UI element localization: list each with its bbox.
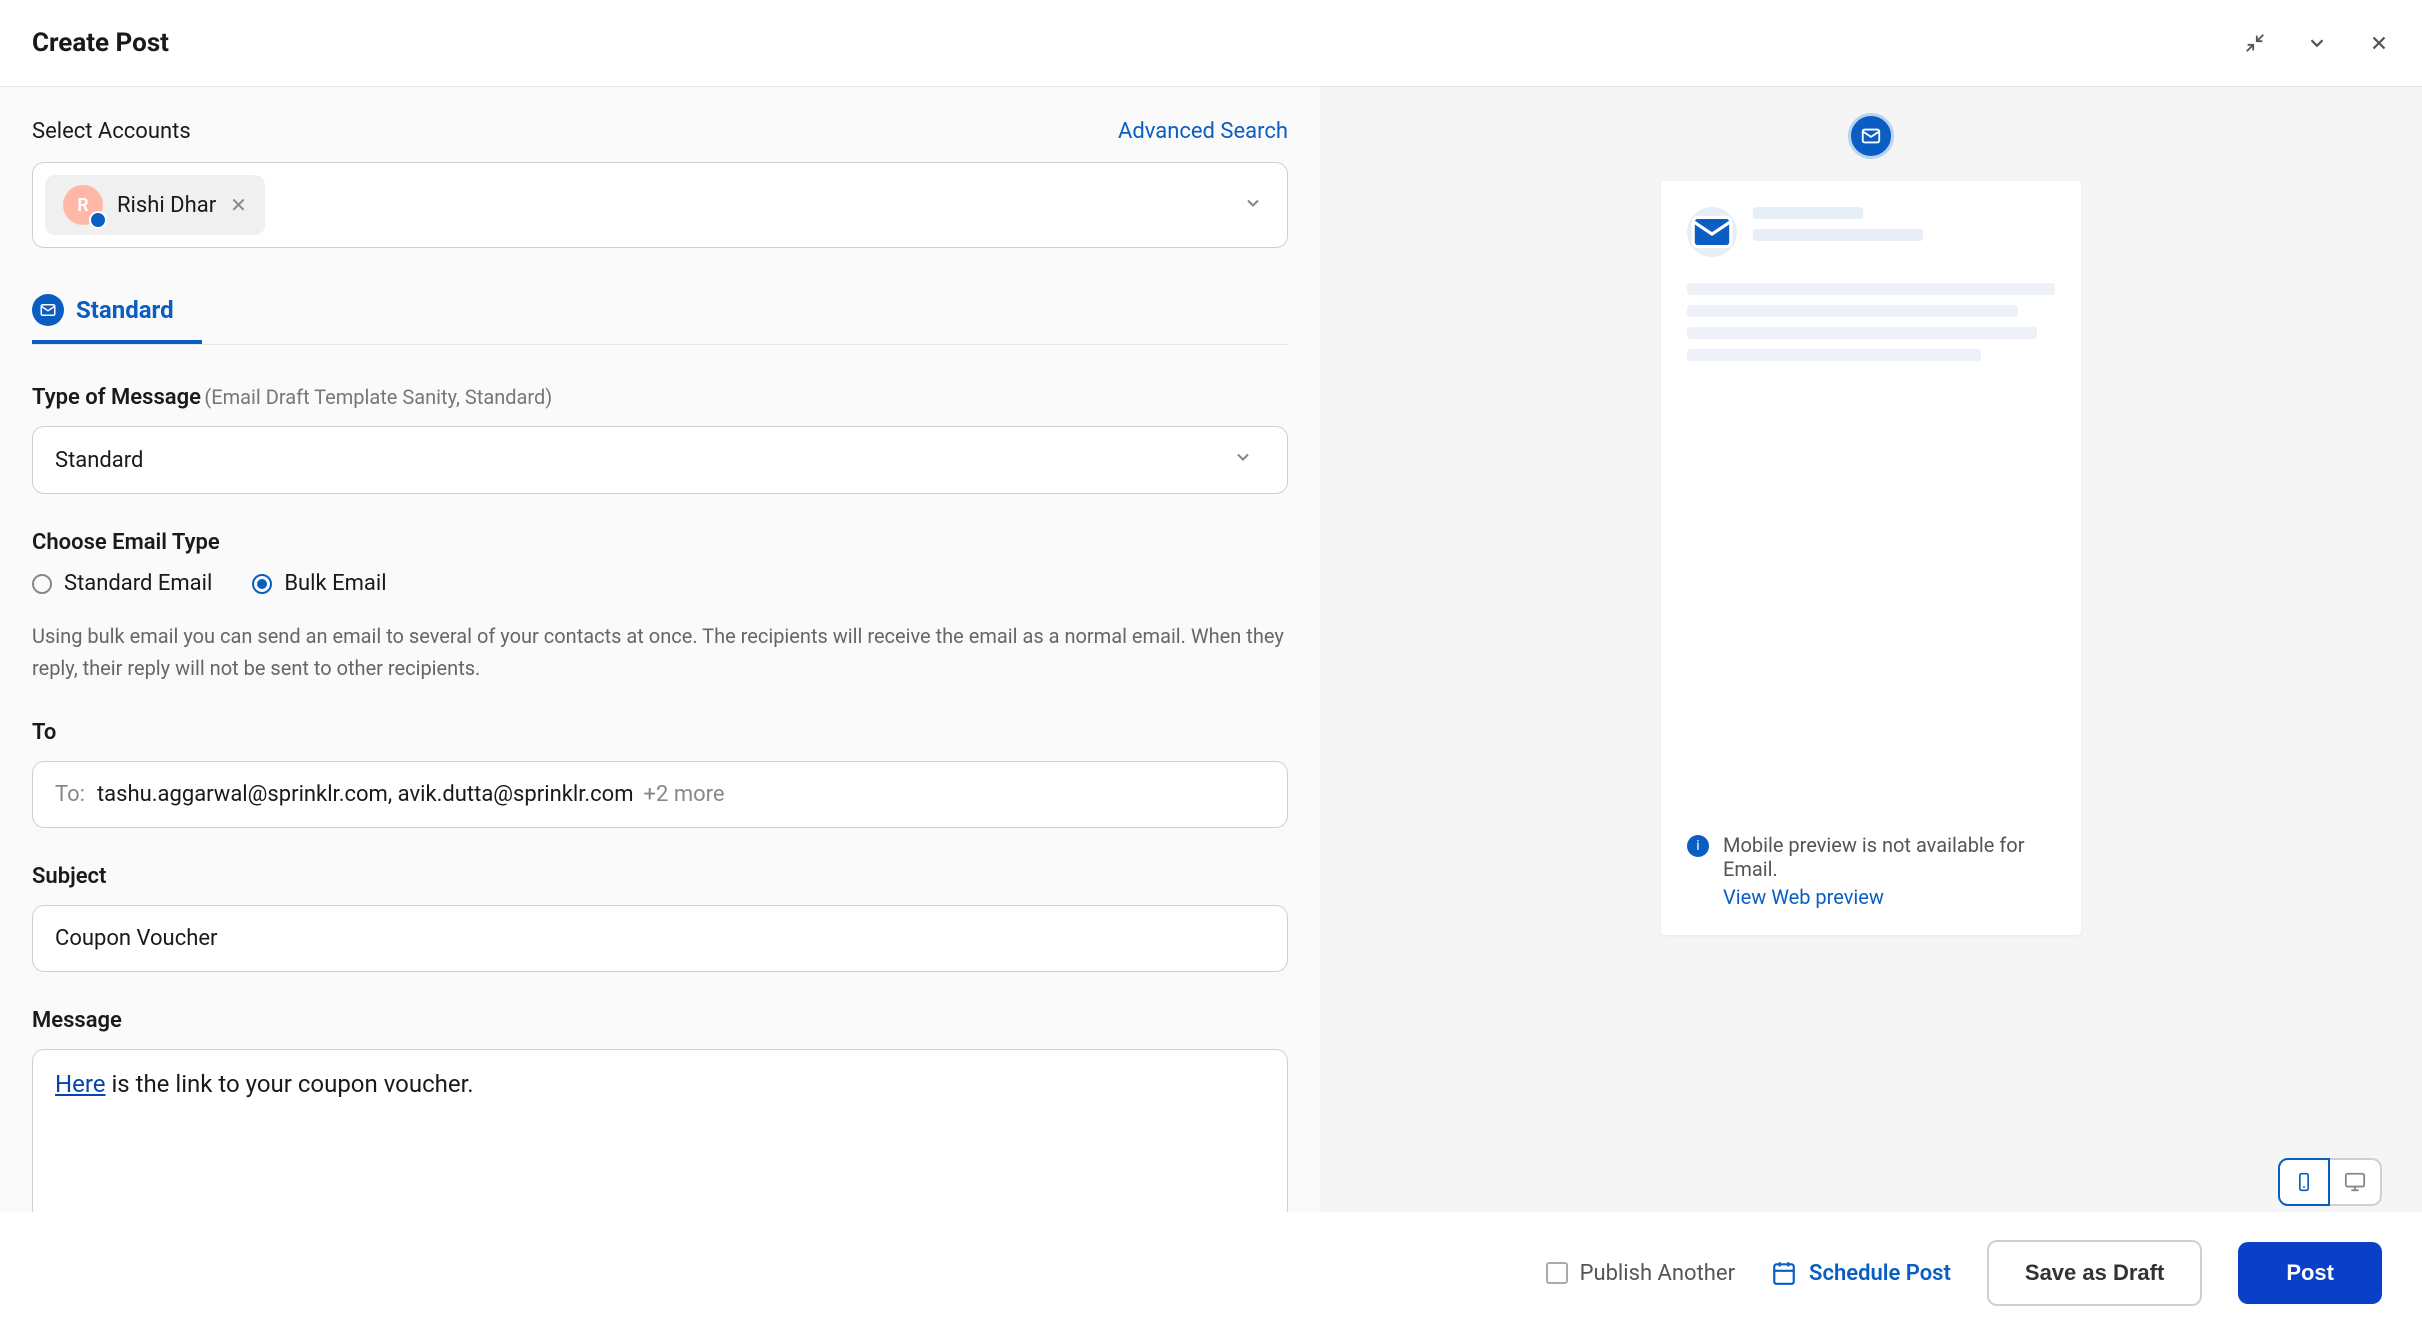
- subject-label: Subject: [32, 864, 1288, 889]
- preview-channel-icon: [1848, 113, 1894, 159]
- view-web-preview-link[interactable]: View Web preview: [1723, 885, 2055, 909]
- message-link[interactable]: Here: [55, 1070, 105, 1098]
- device-toggle: [2278, 1158, 2382, 1206]
- radio-checked-icon: [252, 574, 272, 594]
- post-button[interactable]: Post: [2238, 1242, 2382, 1304]
- checkbox-unchecked-icon: [1546, 1262, 1568, 1284]
- type-of-message-sublabel: (Email Draft Template Sanity, Standard): [204, 385, 552, 409]
- tab-standard[interactable]: Standard: [32, 280, 202, 344]
- skeleton-line: [1753, 229, 1923, 241]
- avatar-channel-badge: [89, 211, 107, 229]
- account-chip: R Rishi Dhar ✕: [45, 175, 265, 235]
- schedule-post-button[interactable]: Schedule Post: [1771, 1260, 1951, 1286]
- type-of-message-field: Type of Message (Email Draft Template Sa…: [32, 385, 1288, 494]
- page-title: Create Post: [32, 28, 169, 58]
- choose-email-type-label: Choose Email Type: [32, 530, 1288, 555]
- email-type-radio-group: Standard Email Bulk Email: [32, 571, 1288, 596]
- skeleton-line: [1687, 283, 2055, 295]
- mail-icon: [32, 294, 64, 326]
- type-of-message-value: Standard: [55, 448, 143, 473]
- radio-standard-label: Standard Email: [64, 571, 212, 596]
- bulk-email-helper: Using bulk email you can send an email t…: [32, 620, 1288, 684]
- tabs: Standard: [32, 280, 1288, 345]
- to-emails: tashu.aggarwal@sprinklr.com, avik.dutta@…: [97, 782, 634, 807]
- preview-skeleton-header: [1661, 181, 2081, 283]
- tab-label: Standard: [76, 296, 174, 324]
- preview-image-area: [1661, 397, 2081, 807]
- publish-another-checkbox[interactable]: Publish Another: [1546, 1261, 1735, 1286]
- footer-bar: Publish Another Schedule Post Save as Dr…: [0, 1212, 2422, 1334]
- subject-value: Coupon Voucher: [55, 926, 217, 951]
- radio-standard-email[interactable]: Standard Email: [32, 571, 212, 596]
- message-label: Message: [32, 1008, 1288, 1033]
- accounts-header: Select Accounts Advanced Search: [32, 119, 1288, 144]
- type-of-message-select[interactable]: Standard: [32, 426, 1288, 494]
- header-bar: Create Post: [0, 0, 2422, 87]
- skeleton-line: [1687, 349, 1981, 361]
- skeleton-line: [1753, 207, 1863, 219]
- main-content: Select Accounts Advanced Search R Rishi …: [0, 87, 2422, 1246]
- preview-pane: i Mobile preview is not available for Em…: [1320, 87, 2422, 1246]
- chevron-down-icon[interactable]: [1243, 193, 1275, 217]
- select-accounts-label: Select Accounts: [32, 119, 191, 144]
- preview-card: i Mobile preview is not available for Em…: [1661, 181, 2081, 935]
- form-pane: Select Accounts Advanced Search R Rishi …: [0, 87, 1320, 1246]
- minimize-icon[interactable]: [2244, 32, 2266, 54]
- skeleton-line: [1687, 305, 2018, 317]
- type-of-message-label-row: Type of Message (Email Draft Template Sa…: [32, 385, 1288, 410]
- radio-bulk-email[interactable]: Bulk Email: [252, 571, 386, 596]
- subject-field: Subject Coupon Voucher: [32, 864, 1288, 972]
- radio-bulk-label: Bulk Email: [284, 571, 386, 596]
- to-more-count[interactable]: +2 more: [644, 782, 725, 807]
- skeleton-line: [1687, 327, 2037, 339]
- save-as-draft-button[interactable]: Save as Draft: [1987, 1240, 2202, 1306]
- accounts-select[interactable]: R Rishi Dhar ✕: [32, 162, 1288, 248]
- mobile-preview-notice: Mobile preview is not available for Emai…: [1723, 833, 2025, 881]
- publish-another-label: Publish Another: [1580, 1261, 1735, 1286]
- message-text: is the link to your coupon voucher.: [105, 1070, 473, 1098]
- remove-account-icon[interactable]: ✕: [230, 193, 247, 217]
- subject-input[interactable]: Coupon Voucher: [32, 905, 1288, 972]
- to-field: To To: tashu.aggarwal@sprinklr.com, avik…: [32, 720, 1288, 828]
- message-field: Message Here is the link to your coupon …: [32, 1008, 1288, 1246]
- preview-skeleton-body: [1661, 283, 2081, 397]
- account-name: Rishi Dhar: [117, 193, 216, 218]
- close-icon[interactable]: [2368, 32, 2390, 54]
- advanced-search-link[interactable]: Advanced Search: [1118, 119, 1288, 144]
- collapse-icon[interactable]: [2306, 32, 2328, 54]
- to-input[interactable]: To: tashu.aggarwal@sprinklr.com, avik.du…: [32, 761, 1288, 828]
- to-prefix: To:: [55, 782, 85, 807]
- email-type-field: Choose Email Type Standard Email Bulk Em…: [32, 530, 1288, 684]
- avatar: R: [63, 185, 103, 225]
- desktop-preview-button[interactable]: [2330, 1158, 2382, 1206]
- to-label: To: [32, 720, 1288, 745]
- preview-avatar-placeholder: [1687, 207, 1737, 257]
- avatar-initial: R: [77, 195, 88, 216]
- info-icon: i: [1687, 835, 1709, 857]
- header-actions: [2244, 32, 2390, 54]
- mobile-preview-button[interactable]: [2278, 1158, 2330, 1206]
- notice-text-wrapper: Mobile preview is not available for Emai…: [1723, 833, 2055, 909]
- radio-unchecked-icon: [32, 574, 52, 594]
- schedule-post-label: Schedule Post: [1809, 1261, 1951, 1286]
- chevron-down-icon: [1233, 447, 1265, 473]
- type-of-message-label: Type of Message: [32, 385, 201, 410]
- preview-notice: i Mobile preview is not available for Em…: [1661, 807, 2081, 935]
